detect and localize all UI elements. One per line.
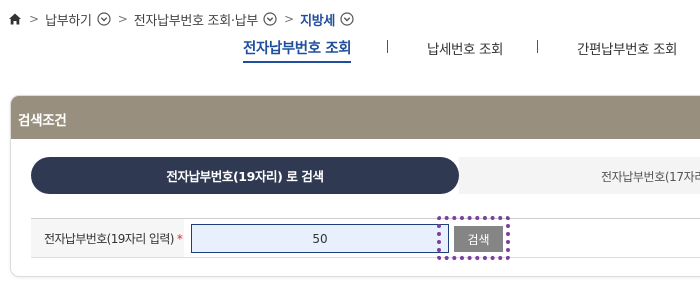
- required-mark: *: [176, 232, 183, 246]
- tab-divider: [537, 40, 538, 53]
- breadcrumb-item-pay[interactable]: 납부하기: [45, 10, 92, 29]
- search-condition-panel: 검색조건 전자납부번호(19자리) 로 검색 전자납부번호(17자리 전자납부번…: [10, 95, 700, 277]
- tab-divider: [387, 40, 388, 53]
- tab-simple-payment-number[interactable]: 간편납부번호 조회: [577, 38, 677, 58]
- search-type-17-digit-button[interactable]: 전자납부번호(17자리: [459, 157, 700, 194]
- tab-electronic-payment-number[interactable]: 전자납부번호 조회: [243, 37, 352, 63]
- panel-title: 검색조건: [11, 96, 700, 139]
- chevron-down-circle-icon[interactable]: [340, 12, 354, 26]
- payment-number-label: 전자납부번호(19자리 입력) *: [31, 219, 184, 257]
- home-icon[interactable]: [8, 12, 22, 26]
- chevron-right-icon: >: [284, 12, 295, 26]
- search-type-19-digit-button[interactable]: 전자납부번호(19자리) 로 검색: [31, 157, 459, 194]
- payment-number-label-text: 전자납부번호(19자리 입력): [44, 232, 174, 246]
- breadcrumb-item-lookup[interactable]: 전자납부번호 조회·납부: [134, 10, 259, 29]
- chevron-right-icon: >: [117, 12, 128, 26]
- breadcrumb: > 납부하기 > 전자납부번호 조회·납부 > 지방세: [8, 9, 354, 29]
- search-button[interactable]: 검색: [454, 226, 503, 252]
- tab-tax-number[interactable]: 납세번호 조회: [427, 38, 503, 58]
- payment-number-form-row: 전자납부번호(19자리 입력)* 검색: [31, 218, 700, 258]
- chevron-down-circle-icon[interactable]: [263, 12, 277, 26]
- chevron-down-circle-icon[interactable]: [97, 12, 111, 26]
- chevron-right-icon: >: [29, 12, 40, 26]
- breadcrumb-item-local-tax[interactable]: 지방세: [300, 10, 335, 29]
- search-type-selector: 전자납부번호(19자리) 로 검색 전자납부번호(17자리: [11, 156, 700, 194]
- lookup-tabs: 전자납부번호 조회 납세번호 조회 간편납부번호 조회: [0, 37, 700, 63]
- payment-number-input[interactable]: [191, 224, 449, 253]
